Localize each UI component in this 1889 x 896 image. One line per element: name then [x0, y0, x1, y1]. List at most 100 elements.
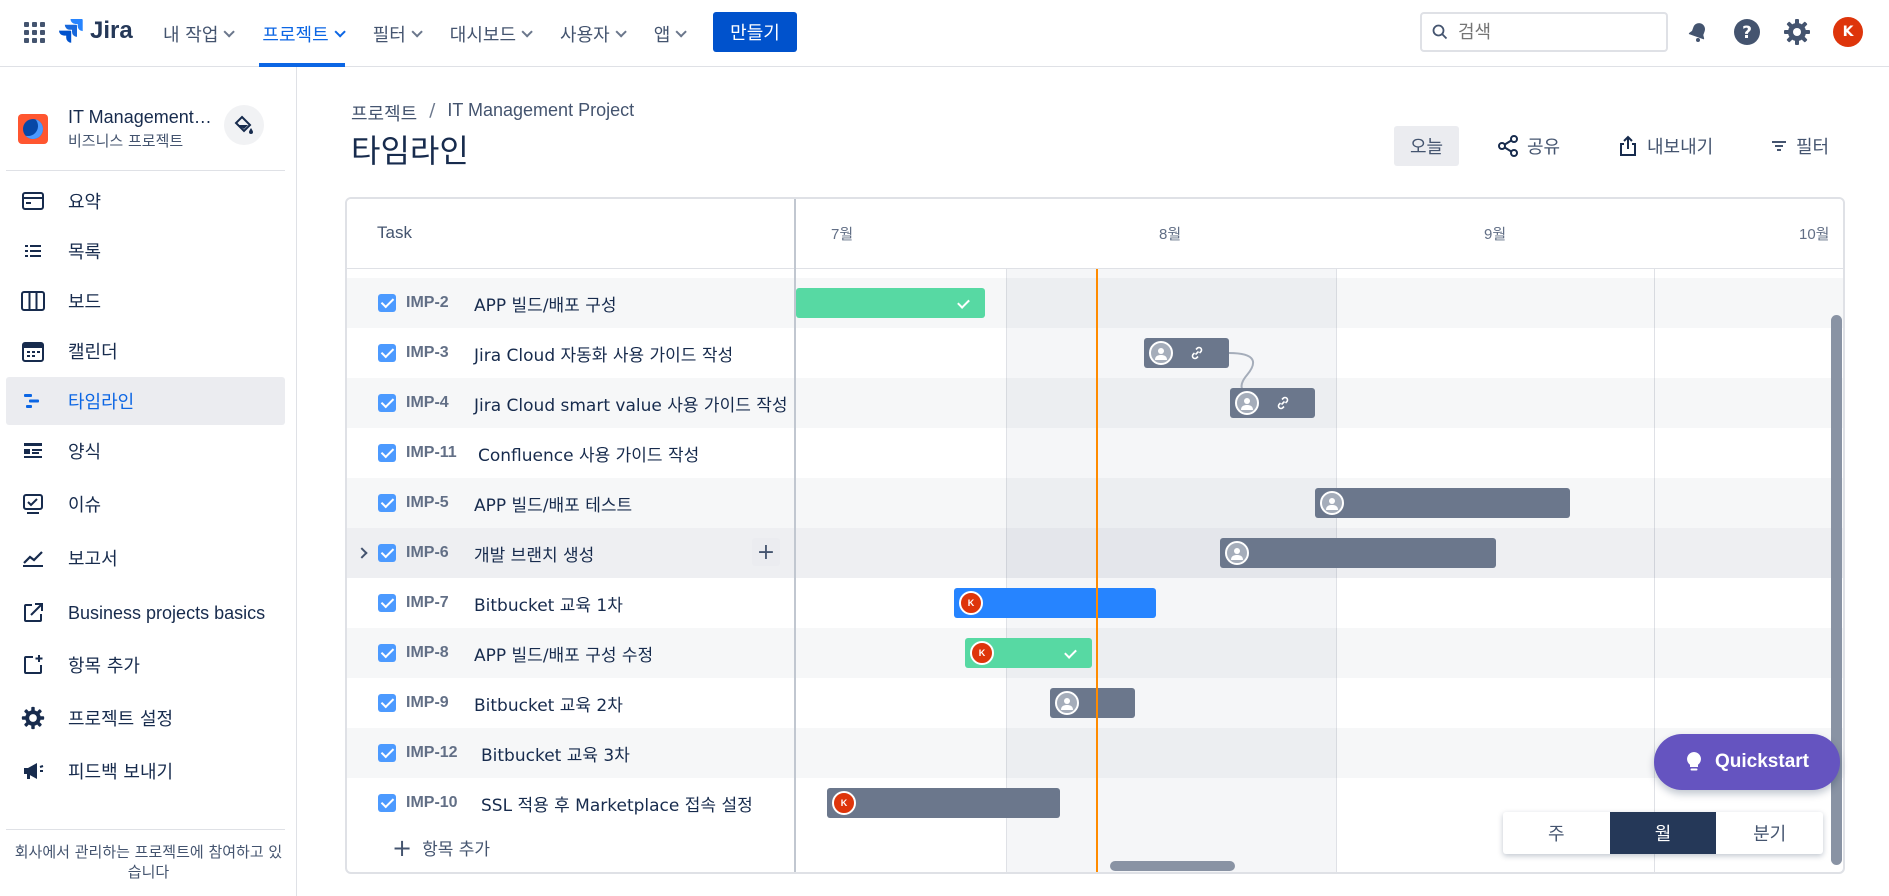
external-link-icon	[21, 601, 45, 625]
timeline-bar[interactable]	[1220, 538, 1496, 568]
row-info: IMP-9 Bitbucket 교육 2차	[347, 678, 794, 728]
horizontal-scrollbar[interactable]	[1110, 861, 1235, 871]
scale-quarter[interactable]: 분기	[1716, 812, 1823, 854]
nav-apps[interactable]: 앱	[651, 0, 688, 67]
issue-key[interactable]: IMP-2	[406, 294, 449, 312]
timeline-bar[interactable]	[1050, 688, 1135, 718]
paint-bucket-icon[interactable]	[224, 105, 264, 145]
sidebar-item-add-item[interactable]: 항목 추가	[6, 641, 285, 689]
issue-key[interactable]: IMP-8	[406, 644, 449, 662]
report-icon	[21, 546, 45, 570]
issue-key[interactable]: IMP-11	[406, 444, 457, 462]
issue-summary[interactable]: Jira Cloud smart value 사용 가이드 작성	[474, 391, 788, 416]
timeline-bar[interactable]: K	[965, 638, 1092, 668]
megaphone-icon	[21, 759, 45, 783]
app-switcher-icon[interactable]	[22, 20, 46, 44]
issue-summary[interactable]: 개발 브랜치 생성	[474, 541, 594, 566]
sidebar-item-timeline[interactable]: 타임라인	[6, 377, 285, 425]
share-button[interactable]: 공유	[1497, 126, 1560, 166]
add-item-button[interactable]: + 항목 추가	[392, 835, 490, 861]
issue-key[interactable]: IMP-7	[406, 594, 449, 612]
issue-key[interactable]: IMP-5	[406, 494, 449, 512]
issue-key[interactable]: IMP-10	[406, 794, 458, 812]
nav-dashboards[interactable]: 대시보드	[447, 0, 533, 67]
sidebar-item-forms[interactable]: 양식	[6, 427, 285, 475]
sidebar-item-business-basics[interactable]: Business projects basics	[6, 589, 285, 637]
timeline-bar[interactable]	[796, 288, 985, 318]
project-avatar	[18, 114, 48, 144]
sidebar-item-list[interactable]: 목록	[6, 227, 285, 275]
issue-summary[interactable]: SSL 적용 후 Marketplace 접속 설정	[481, 791, 753, 816]
issue-key[interactable]: IMP-4	[406, 394, 449, 412]
sidebar-item-summary[interactable]: 요약	[6, 177, 285, 225]
breadcrumb-project[interactable]: IT Management Project	[447, 100, 634, 126]
month-label: 8월	[1159, 226, 1182, 243]
nav-people[interactable]: 사용자	[557, 0, 627, 67]
issue-key[interactable]: IMP-3	[406, 344, 449, 362]
issue-key[interactable]: IMP-6	[406, 544, 449, 562]
sidebar-item-feedback[interactable]: 피드백 보내기	[6, 747, 285, 795]
today-button[interactable]: 오늘	[1394, 126, 1459, 166]
issue-summary[interactable]: Jira Cloud 자동화 사용 가이드 작성	[474, 341, 733, 366]
notifications-icon[interactable]	[1682, 16, 1714, 48]
nav-filters[interactable]: 필터	[370, 0, 423, 67]
export-button[interactable]: 내보내기	[1617, 126, 1713, 166]
issue-summary[interactable]: APP 빌드/배포 구성	[474, 291, 617, 316]
timeline-icon	[21, 389, 45, 413]
sidebar-item-calendar[interactable]: 캘린더	[6, 327, 285, 375]
today-marker	[1096, 269, 1098, 872]
sidebar-item-label: 보드	[68, 292, 102, 313]
form-icon	[21, 439, 45, 463]
summary-icon	[21, 189, 45, 213]
timeline-bar[interactable]	[1230, 388, 1315, 418]
issue-summary[interactable]: Bitbucket 교육 1차	[474, 591, 623, 616]
scale-week[interactable]: 주	[1503, 812, 1610, 854]
quickstart-button[interactable]: Quickstart	[1654, 734, 1840, 790]
sidebar-item-label: 프로젝트 설정	[68, 709, 174, 730]
add-item-icon	[21, 653, 45, 677]
month-label: 10월	[1799, 226, 1830, 243]
sidebar-item-label: 피드백 보내기	[68, 762, 174, 783]
sidebar-item-board[interactable]: 보드	[6, 277, 285, 325]
assignee-avatar: K	[970, 641, 994, 665]
issue-summary[interactable]: APP 빌드/배포 테스트	[474, 491, 632, 516]
board-icon	[21, 289, 45, 313]
filter-button[interactable]: 필터	[1770, 126, 1829, 166]
month-label: 9월	[1484, 226, 1507, 243]
create-button[interactable]: 만들기	[713, 12, 797, 52]
list-divider[interactable]	[794, 199, 796, 872]
user-avatar[interactable]: K	[1833, 17, 1863, 47]
jira-logo[interactable]: Jira	[58, 17, 133, 45]
issue-key[interactable]: IMP-9	[406, 694, 449, 712]
chevron-down-icon	[615, 25, 627, 38]
issue-summary[interactable]: Bitbucket 교육 3차	[481, 741, 630, 766]
vertical-scrollbar[interactable]	[1831, 315, 1842, 865]
search-box[interactable]	[1420, 12, 1668, 52]
project-header[interactable]: IT Management Project 비즈니스 프로젝트	[18, 107, 213, 151]
timeline-bar[interactable]: K	[954, 588, 1156, 618]
jira-logo-text: Jira	[90, 17, 133, 44]
settings-gear-icon[interactable]	[1781, 16, 1813, 48]
row-info: IMP-10 SSL 적용 후 Marketplace 접속 설정	[347, 778, 794, 828]
unassigned-avatar-icon	[1055, 691, 1079, 715]
sidebar-item-reports[interactable]: 보고서	[6, 534, 285, 582]
expand-chevron-icon[interactable]	[357, 547, 369, 559]
add-child-button[interactable]: +	[752, 538, 780, 566]
scale-month[interactable]: 월	[1609, 812, 1717, 854]
sidebar-item-issues[interactable]: 이슈	[6, 480, 285, 528]
nav-my-work[interactable]: 내 작업	[160, 0, 236, 67]
project-type: 비즈니스 프로젝트	[68, 132, 184, 150]
sidebar-item-project-settings[interactable]: 프로젝트 설정	[6, 694, 285, 742]
gear-icon	[21, 706, 45, 730]
issue-summary[interactable]: APP 빌드/배포 구성 수정	[474, 641, 653, 666]
timeline-bar[interactable]	[1315, 488, 1570, 518]
issue-summary[interactable]: Confluence 사용 가이드 작성	[478, 441, 699, 466]
issue-summary[interactable]: Bitbucket 교육 2차	[474, 691, 623, 716]
issue-key[interactable]: IMP-12	[406, 744, 458, 762]
nav-projects[interactable]: 프로젝트	[259, 0, 346, 67]
breadcrumb-projects[interactable]: 프로젝트	[351, 100, 417, 126]
timeline-bar[interactable]: K	[827, 788, 1060, 818]
link-icon	[1191, 346, 1203, 360]
help-icon[interactable]: ?	[1731, 16, 1763, 48]
search-input[interactable]	[1458, 21, 1658, 43]
